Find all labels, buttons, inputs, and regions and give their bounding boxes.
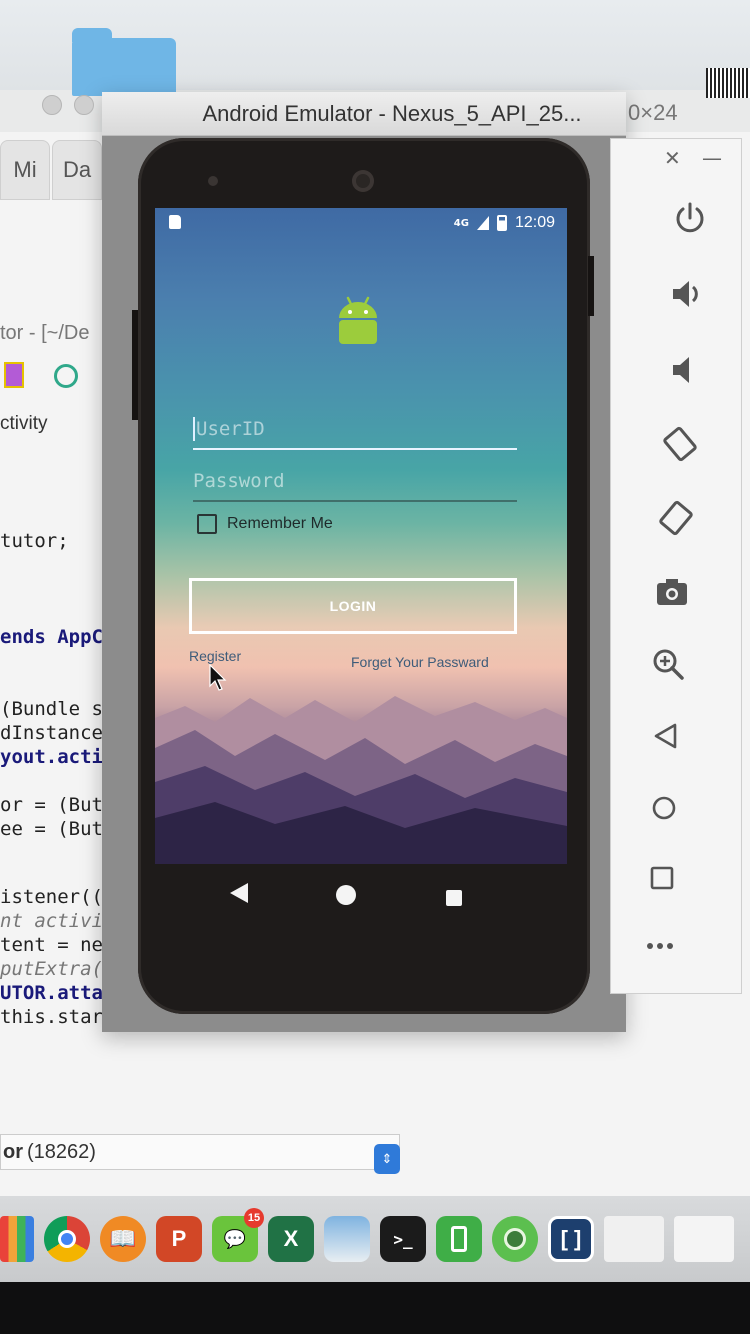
terminal-icon[interactable]: >_ [380, 1216, 426, 1262]
chrome-icon[interactable] [44, 1216, 90, 1262]
android-studio-icon[interactable] [492, 1216, 538, 1262]
home-icon [652, 796, 676, 820]
status-clock: 12:09 [514, 214, 555, 231]
network-indicator: 4G [453, 217, 469, 229]
wechat-icon[interactable]: 💬 15 [212, 1208, 264, 1262]
documents-stack-icon[interactable] [604, 1216, 664, 1262]
stats-app-icon[interactable] [0, 1216, 34, 1262]
overview-button[interactable] [638, 854, 686, 902]
sdk-manager-icon[interactable] [4, 362, 24, 388]
chevron-updown-icon[interactable]: ⇕ [374, 1144, 400, 1174]
front-camera-icon [352, 170, 374, 192]
status-bar: 4G 12:09 [155, 208, 567, 238]
simulator-icon[interactable] [436, 1216, 482, 1262]
rotate-right-icon [659, 500, 693, 536]
android-logo-icon [339, 296, 377, 344]
ide-tab[interactable]: Mi [0, 140, 50, 200]
power-button[interactable] [666, 194, 714, 242]
mouse-cursor-icon [209, 664, 227, 691]
proximity-sensor [208, 176, 218, 186]
excel-icon[interactable]: X [268, 1216, 314, 1262]
code-line[interactable]: dInstanceS [0, 722, 114, 744]
ide-project-path: tor - [~/De [0, 322, 90, 344]
code-line[interactable]: tent = new [0, 934, 114, 956]
breadcrumb[interactable]: ctivity [0, 404, 70, 444]
rotate-left-button[interactable] [656, 420, 704, 468]
code-line[interactable]: yout.activ [0, 746, 114, 768]
code-line[interactable]: UTOR.attac [0, 982, 114, 1004]
close-icon[interactable]: ✕ [664, 146, 681, 170]
code-line[interactable]: (Bundle sa [0, 698, 114, 720]
code-line[interactable]: istener(( [0, 886, 103, 908]
login-button[interactable]: LOGIN [189, 578, 517, 634]
mountain-background [155, 696, 567, 864]
back-button[interactable] [642, 712, 690, 760]
back-icon [654, 723, 677, 749]
ide-tab[interactable]: Da [52, 140, 102, 200]
code-line[interactable]: or = (Butt [0, 794, 114, 816]
pinned-window-thumbnail [706, 68, 750, 98]
rotate-left-icon [663, 426, 697, 462]
code-line[interactable]: putExtra(" [0, 958, 114, 980]
emulator-title-bar[interactable]: Android Emulator - Nexus_5_API_25... [102, 92, 626, 136]
signal-icon [476, 216, 489, 230]
more-icon [647, 943, 673, 949]
nav-home-icon[interactable] [336, 885, 356, 905]
phone-side-button [132, 310, 138, 420]
register-link[interactable]: Register [189, 648, 241, 664]
nav-overview-icon[interactable] [446, 890, 462, 906]
text-caret [193, 417, 195, 441]
zoom-button[interactable] [644, 640, 692, 688]
downloads-stack-icon[interactable] [674, 1216, 734, 1262]
volume-down-icon [673, 357, 689, 383]
volume-up-button[interactable] [662, 270, 710, 318]
power-icon [676, 202, 704, 233]
rotate-right-button[interactable] [652, 494, 700, 542]
ide-tab-bar: Mi Da [0, 140, 110, 200]
code-line[interactable]: ends AppCo [0, 626, 114, 648]
camera-icon [657, 579, 687, 605]
code-line[interactable]: tutor; [0, 530, 69, 552]
dock: 📖 P 💬 15 X >_ [ ] [0, 1196, 750, 1282]
window-size-label: 0×24 [628, 100, 678, 125]
notification-badge: 15 [244, 1208, 264, 1228]
overview-icon [650, 866, 674, 890]
remember-me-checkbox[interactable] [197, 514, 217, 534]
device-screen[interactable]: 4G 12:09 UserID Password Remember Me LOG… [155, 208, 567, 864]
userid-placeholder: UserID [196, 418, 265, 440]
brackets-icon[interactable]: [ ] [548, 1216, 594, 1262]
more-button[interactable] [636, 922, 684, 970]
forgot-password-link[interactable]: Forget Your Passward [351, 654, 489, 670]
minimize-window-button[interactable] [74, 95, 94, 115]
preview-icon[interactable] [324, 1216, 370, 1262]
battery-icon [496, 215, 507, 231]
volume-down-button[interactable] [660, 346, 708, 394]
powerpoint-icon[interactable]: P [156, 1216, 202, 1262]
zoom-icon [653, 649, 684, 680]
folder-icon[interactable] [72, 28, 176, 96]
home-button[interactable] [640, 784, 688, 832]
userid-input[interactable]: UserID [193, 410, 517, 450]
close-window-button[interactable] [42, 95, 62, 115]
sd-card-icon [169, 215, 181, 229]
window-controls [42, 95, 94, 115]
logcat-process-select[interactable]: or (18262) [0, 1134, 400, 1170]
minimize-icon[interactable]: — [702, 146, 722, 170]
password-input[interactable]: Password [193, 462, 517, 502]
phone-side-button [588, 256, 594, 316]
sync-icon[interactable] [54, 364, 78, 388]
password-placeholder: Password [193, 470, 285, 492]
remember-me-row[interactable]: Remember Me [197, 514, 333, 534]
remember-me-label: Remember Me [227, 515, 333, 532]
logcat-process-pid: (18262) [27, 1140, 96, 1163]
screenshot-button[interactable] [648, 568, 696, 616]
logcat-process-name: or [3, 1140, 23, 1163]
emulator-title: Android Emulator - Nexus_5_API_25... [202, 100, 582, 126]
code-line[interactable]: ee = (Butt [0, 818, 114, 840]
nav-back-icon[interactable] [230, 883, 248, 903]
code-line[interactable]: nt activit [0, 910, 114, 932]
monitor-bezel [0, 1282, 750, 1334]
books-icon[interactable]: 📖 [100, 1216, 146, 1262]
volume-up-icon [673, 281, 698, 307]
